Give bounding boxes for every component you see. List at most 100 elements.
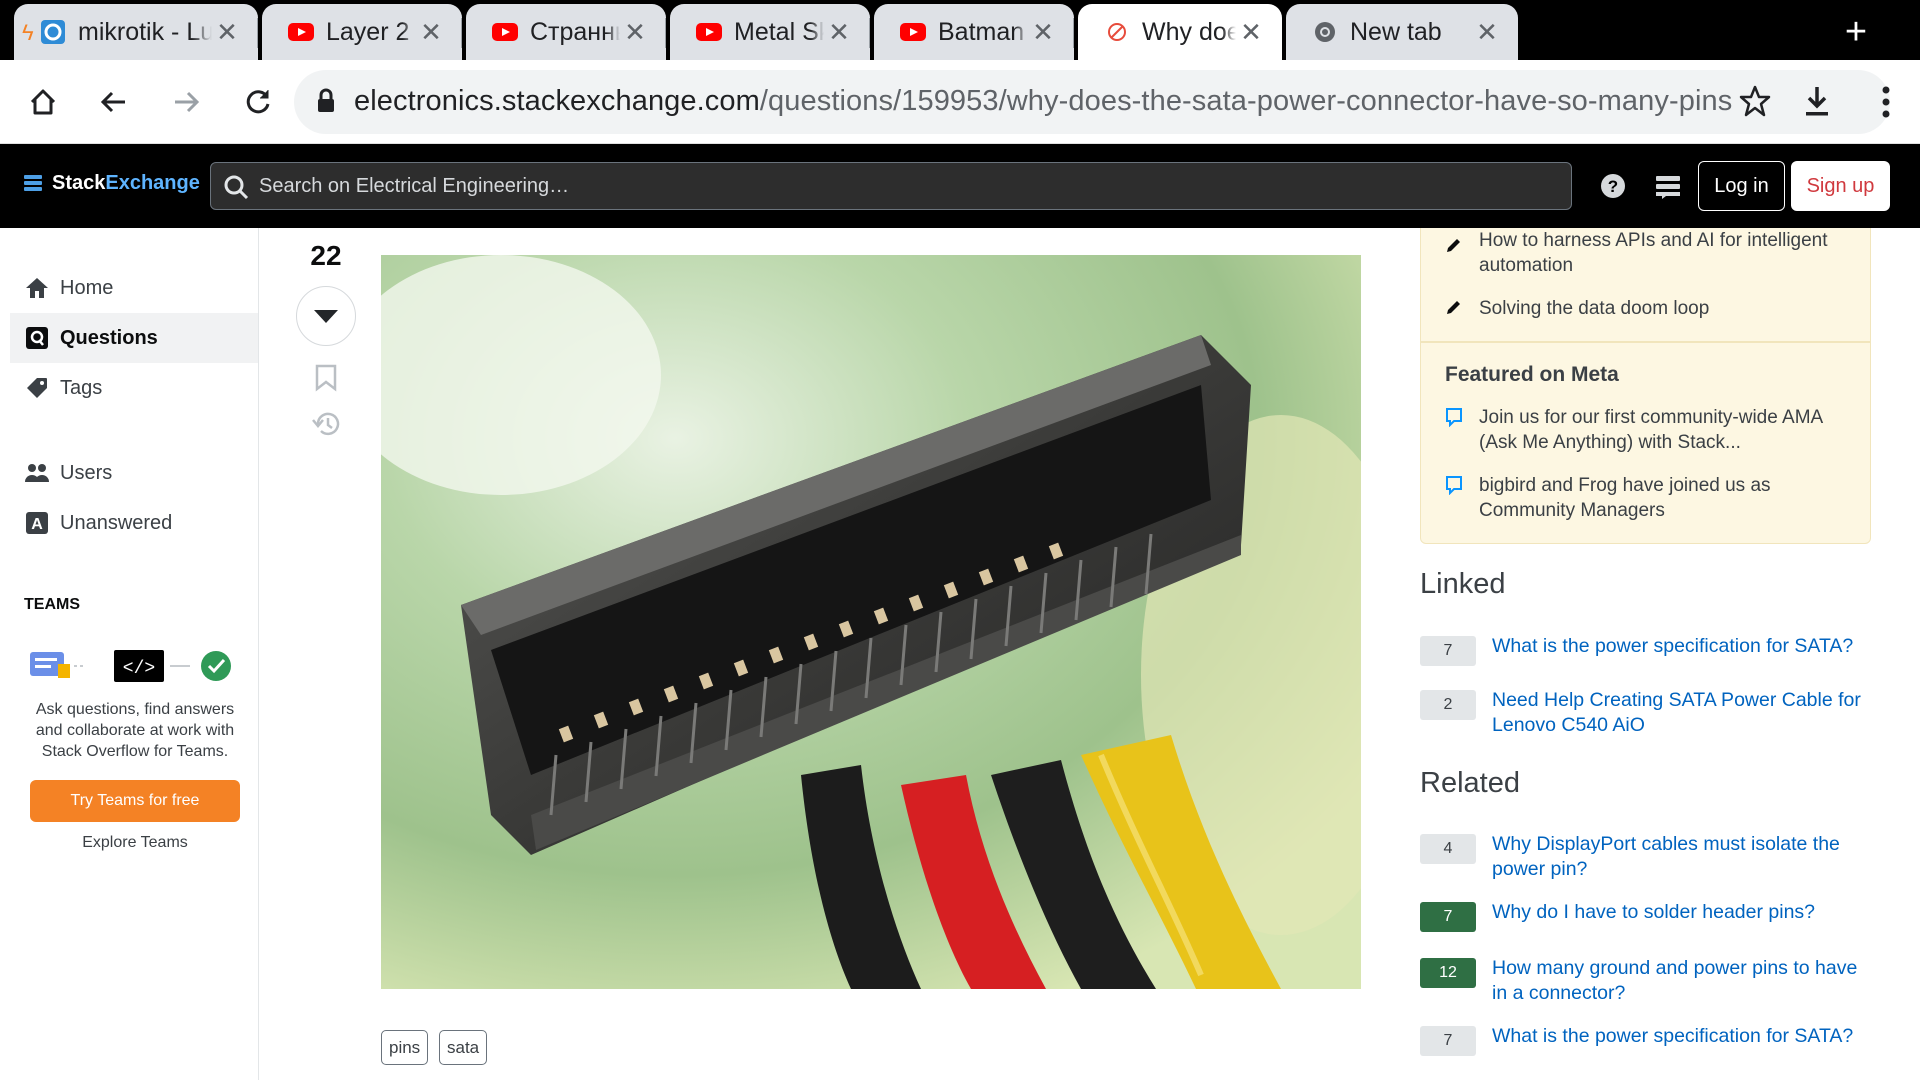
close-tab-icon[interactable]: ✕ [1028, 17, 1058, 48]
users-icon [24, 460, 50, 486]
bookmark-star-button[interactable] [1738, 84, 1772, 123]
forward-button[interactable] [165, 81, 207, 123]
tab-title: mikrotik - LuCI [78, 17, 212, 46]
blog-link[interactable]: Solving the data doom loop [1479, 296, 1849, 321]
question-score: 7 [1420, 1026, 1476, 1056]
browser-menu-button[interactable] [1880, 82, 1892, 127]
url-path: /questions/159953/why-does-the-sata-powe… [759, 85, 1733, 117]
tab-title: New tab [1350, 17, 1442, 46]
site-switcher-button[interactable] [1654, 173, 1682, 204]
browser-tab[interactable]: ϟ mikrotik - LuCI ✕ [14, 4, 258, 60]
home-icon [24, 275, 50, 301]
unanswered-icon: A [24, 510, 50, 536]
teams-illustration: </> [30, 650, 231, 682]
site-topbar: StackExchange ? [0, 144, 1920, 228]
logo-exchange-text: Exchange [105, 172, 200, 194]
close-tab-icon[interactable]: ✕ [824, 17, 854, 48]
tab-title: Why does the SATA [1142, 17, 1236, 46]
tab-title: Layer 2 vs Layer 3 [326, 17, 416, 46]
svg-text:</>: </> [123, 659, 155, 679]
browser-tab-active[interactable]: Why does the SATA ✕ [1078, 4, 1282, 60]
help-button[interactable]: ? [1600, 173, 1626, 204]
arrow-right-icon [175, 91, 200, 113]
questions-icon [24, 325, 50, 351]
browser-tab[interactable]: Layer 2 vs Layer 3 ✕ [262, 4, 462, 60]
featured-on-meta-widget: Featured on Meta Join us for our first c… [1420, 342, 1871, 544]
new-tab-button[interactable]: + [1834, 10, 1878, 54]
teams-heading: TEAMS [24, 596, 80, 613]
downvote-arrow-icon [314, 310, 338, 323]
nav-label: Home [60, 276, 114, 299]
youtube-icon [492, 19, 518, 45]
question-link[interactable]: Why DisplayPort cables must isolate the … [1492, 832, 1872, 882]
youtube-icon [696, 19, 722, 45]
meta-link[interactable]: Join us for our first community-wide AMA… [1479, 405, 1849, 455]
related-heading: Related [1420, 767, 1520, 799]
home-icon [30, 89, 56, 115]
luci-icon [40, 19, 66, 45]
svg-text:A: A [31, 516, 43, 533]
close-tab-icon[interactable]: ✕ [416, 17, 446, 48]
browser-tab[interactable]: Metal Skin Panic ✕ [670, 4, 870, 60]
search-box[interactable] [210, 162, 1572, 210]
nav-item-users[interactable]: Users [10, 448, 258, 498]
back-button[interactable] [93, 81, 135, 123]
browser-tab[interactable]: New tab ✕ [1286, 4, 1518, 60]
bookmark-button[interactable] [313, 364, 339, 397]
question-link[interactable]: What is the power specification for SATA… [1492, 1024, 1872, 1049]
logo-stack-text: Stack [52, 172, 106, 194]
close-tab-icon[interactable]: ✕ [1236, 17, 1266, 48]
timeline-button[interactable] [311, 410, 341, 443]
tag-pins[interactable]: pins [381, 1030, 429, 1065]
tab-title: Batman | Behind [938, 17, 1028, 46]
youtube-icon [288, 19, 314, 45]
close-tab-icon[interactable]: ✕ [212, 17, 242, 48]
star-icon [1739, 85, 1771, 117]
blog-link[interactable]: How to harness APIs and AI for intellige… [1479, 228, 1849, 278]
nav-item-questions[interactable]: Questions [10, 313, 258, 363]
explore-teams-link[interactable]: Explore Teams [30, 834, 240, 852]
nav-item-tags[interactable]: Tags [10, 363, 258, 413]
close-tab-icon[interactable]: ✕ [1472, 17, 1502, 48]
tag-sata[interactable]: sata [439, 1030, 488, 1065]
nav-item-unanswered[interactable]: A Unanswered [10, 498, 258, 548]
featured-meta-heading: Featured on Meta [1445, 363, 1619, 386]
nav-item-home[interactable]: Home [10, 263, 258, 313]
tag-icon [24, 375, 50, 401]
stackexchange-icon [1104, 19, 1130, 45]
signup-button[interactable]: Sign up [1791, 161, 1890, 211]
reload-button[interactable] [237, 81, 279, 123]
browser-tab-strip: ϟ mikrotik - LuCI ✕ Layer 2 vs Layer 3 ✕… [0, 0, 1920, 60]
address-bar[interactable]: electronics.stackexchange.com/questions/… [294, 70, 1890, 134]
question-link[interactable]: Why do I have to solder header pins? [1492, 900, 1872, 925]
browser-tab[interactable]: Batman | Behind ✕ [874, 4, 1074, 60]
lock-icon [318, 88, 334, 112]
stackexchange-logo-icon [24, 174, 42, 191]
stackexchange-logo[interactable]: Stack Exchange [24, 172, 200, 195]
pencil-icon [1447, 301, 1460, 314]
download-button[interactable] [1802, 84, 1832, 123]
home-button[interactable] [22, 81, 64, 123]
youtube-icon [900, 19, 926, 45]
history-icon [312, 412, 340, 436]
search-input[interactable] [259, 163, 1559, 209]
close-tab-icon[interactable]: ✕ [620, 17, 650, 48]
meta-link[interactable]: bigbird and Frog have joined us as Commu… [1479, 473, 1849, 523]
arrow-left-icon [100, 91, 125, 113]
question-link[interactable]: What is the power specification for SATA… [1492, 634, 1872, 659]
teams-description: Ask questions, find answers and collabor… [35, 701, 235, 760]
url-text[interactable]: electronics.stackexchange.com/questions/… [354, 85, 1732, 118]
download-icon [1806, 87, 1828, 116]
reload-icon [246, 90, 270, 114]
question-link[interactable]: How many ground and power pins to have i… [1492, 956, 1872, 1006]
tab-title: Metal Skin Panic [734, 17, 824, 46]
question-link[interactable]: Need Help Creating SATA Power Cable for … [1492, 688, 1872, 738]
question-score: 7 [1420, 636, 1476, 666]
meta-chat-icon [1446, 476, 1462, 495]
browser-tab[interactable]: Странный контакт ✕ [466, 4, 666, 60]
nav-label: Users [60, 461, 113, 484]
downvote-button[interactable] [296, 286, 356, 346]
try-teams-button[interactable]: Try Teams for free [30, 780, 240, 822]
nav-label: Tags [60, 376, 103, 399]
login-button[interactable]: Log in [1698, 161, 1785, 211]
